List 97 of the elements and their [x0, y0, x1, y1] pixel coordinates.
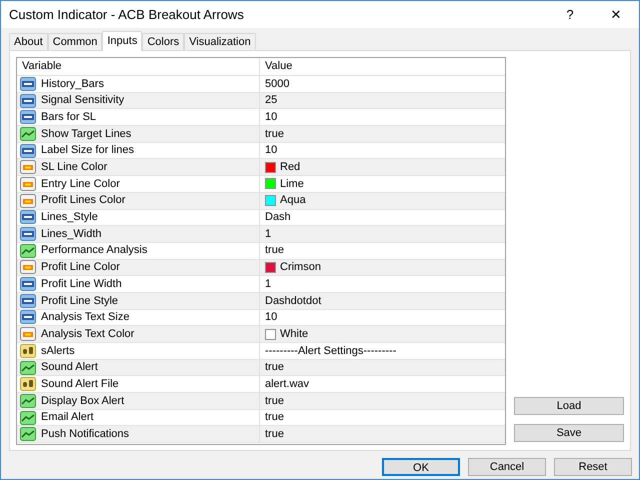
variable-name: Profit Line Style [41, 294, 118, 309]
color-type-icon [20, 194, 36, 208]
value-text: Lime [280, 176, 304, 192]
value-text: Dashdotdot [265, 294, 322, 309]
variable-name: Performance Analysis [41, 243, 148, 258]
variable-name: Label Size for lines [41, 143, 134, 158]
value-text: 25 [265, 93, 278, 108]
variable-name: Lines_Width [41, 226, 102, 242]
value-text: 10 [265, 143, 278, 158]
value-text: Red [280, 160, 300, 176]
variable-name: History_Bars [41, 76, 104, 92]
color-type-icon [20, 260, 36, 274]
window-title: Custom Indicator - ACB Breakout Arrows [9, 6, 245, 24]
variable-name: Entry Line Color [41, 176, 120, 192]
variable-name: Sound Alert File [41, 376, 119, 392]
number-type-icon [20, 94, 36, 108]
variable-name: Analysis Text Color [41, 326, 134, 342]
color-type-icon [20, 160, 36, 174]
color-type-icon [20, 176, 36, 191]
table-row[interactable]: Sound Alert true [17, 360, 505, 376]
value-text: Aqua [280, 193, 306, 208]
side-button[interactable]: Load [514, 397, 624, 415]
value-text: true [265, 394, 284, 409]
dialog-button[interactable]: Reset [554, 458, 632, 476]
value-text: Dash [265, 210, 291, 226]
variable-name: SL Line Color [41, 160, 108, 176]
tab[interactable]: Common [48, 33, 102, 50]
tab[interactable]: Visualization [184, 33, 256, 50]
number-type-icon [20, 277, 36, 292]
text-type-icon [20, 377, 36, 392]
value-text: 5000 [265, 76, 290, 92]
color-type-icon [20, 327, 36, 342]
table-row[interactable]: Profit Line Color Crimson [17, 260, 505, 276]
variable-name: Signal Sensitivity [41, 93, 124, 108]
variable-name: Email Alert [41, 410, 94, 426]
value-text: alert.wav [265, 376, 310, 392]
table-row[interactable]: Entry Line Color Lime [17, 176, 505, 193]
help-button[interactable]: ? [547, 1, 593, 28]
table-row[interactable]: Show Target Lines true [17, 126, 505, 143]
variable-name: sAlerts [41, 344, 75, 359]
table-row[interactable]: History_Bars 5000 [17, 76, 505, 93]
table-row[interactable]: Sound Alert File alert.wav [17, 376, 505, 394]
value-text: White [280, 326, 308, 342]
table-row[interactable]: Analysis Text Size 10 [17, 310, 505, 326]
tab[interactable]: Inputs [102, 31, 142, 51]
table-row[interactable]: Lines_Style Dash [17, 210, 505, 226]
number-type-icon [20, 144, 36, 158]
dialog-button[interactable]: Cancel [468, 458, 546, 476]
table-row[interactable]: Lines_Width 1 [17, 226, 505, 243]
variable-name: Bars for SL [41, 110, 96, 125]
table-row[interactable]: Profit Lines Color Aqua [17, 192, 505, 210]
table-row[interactable]: Performance Analysis true [17, 242, 505, 260]
variable-name: Lines_Style [41, 210, 98, 226]
variable-name: Profit Line Width [41, 276, 122, 292]
value-text: true [265, 427, 284, 442]
table-row[interactable]: Email Alert true [17, 410, 505, 426]
column-header[interactable]: Value [260, 58, 505, 75]
variable-name: Push Notifications [41, 427, 130, 442]
value-text: true [265, 243, 284, 258]
value-text: Crimson [280, 260, 321, 276]
value-text: ---------Alert Settings--------- [265, 344, 396, 359]
variable-name: Show Target Lines [41, 126, 132, 142]
dialog-button[interactable]: OK [382, 458, 460, 476]
number-type-icon [20, 76, 36, 91]
value-text: 1 [265, 226, 272, 242]
value-text: true [265, 126, 284, 142]
number-type-icon [20, 210, 36, 224]
table-row[interactable]: SL Line Color Red [17, 159, 505, 176]
value-text: 10 [265, 310, 278, 326]
number-type-icon [20, 227, 36, 242]
value-text: 1 [265, 276, 272, 292]
table-row[interactable]: Display Box Alert true [17, 393, 505, 410]
variable-name: Profit Line Color [41, 260, 120, 276]
text-type-icon [20, 344, 36, 358]
value-text: true [265, 360, 284, 376]
table-row[interactable]: Profit Line Style Dashdotdot [17, 292, 505, 310]
number-type-icon [20, 110, 36, 124]
value-text: true [265, 410, 284, 426]
tab[interactable]: About [9, 33, 48, 50]
side-button[interactable]: Save [514, 424, 624, 442]
table-row[interactable]: sAlerts ---------Alert Settings--------- [17, 343, 505, 360]
variable-name: Analysis Text Size [41, 310, 130, 326]
close-button[interactable]: ✕ [593, 1, 639, 28]
tab[interactable]: Colors [142, 33, 184, 50]
variable-name: Sound Alert [41, 360, 98, 376]
number-type-icon [20, 294, 36, 308]
table-row[interactable]: Analysis Text Color White [17, 326, 505, 343]
table-row[interactable]: Profit Line Width 1 [17, 276, 505, 293]
column-header[interactable]: Variable [17, 58, 260, 75]
variable-name: Display Box Alert [41, 394, 124, 409]
value-text: 10 [265, 110, 278, 125]
table-row[interactable]: Label Size for lines 10 [17, 142, 505, 160]
table-row[interactable]: Bars for SL 10 [17, 109, 505, 126]
table-row[interactable]: Push Notifications true [17, 426, 505, 444]
variable-name: Profit Lines Color [41, 193, 126, 208]
table-row[interactable]: Signal Sensitivity 25 [17, 92, 505, 110]
number-type-icon [20, 310, 36, 324]
